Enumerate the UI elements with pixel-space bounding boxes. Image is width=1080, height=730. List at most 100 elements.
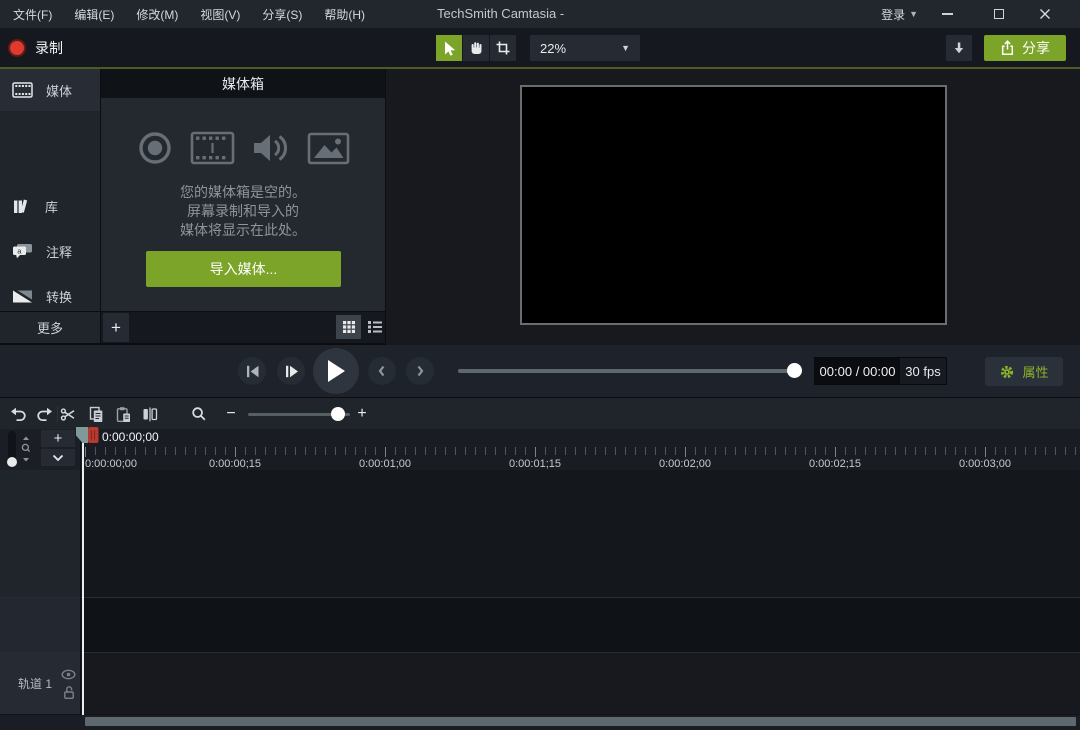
share-button[interactable]: 分享 [984, 35, 1066, 61]
minimize-button[interactable] [926, 0, 968, 28]
timeline-gutter [0, 715, 80, 730]
cursor-icon [441, 40, 457, 57]
chevron-right-icon [413, 363, 427, 379]
timeline-gutter [0, 598, 80, 652]
close-button[interactable] [1024, 0, 1066, 28]
chevron-left-icon [375, 363, 389, 379]
properties-button[interactable]: 属性 [985, 357, 1063, 386]
pan-tool-button[interactable] [463, 35, 489, 61]
menu-view[interactable]: 视图(V) [189, 6, 251, 23]
chevron-down-icon: ▼ [621, 43, 630, 53]
canvas-zoom-dropdown[interactable]: 22% ▼ [530, 35, 640, 61]
books-icon [12, 198, 32, 215]
paste-icon [115, 406, 131, 423]
ruler-label: 0:00:01;00 [359, 458, 411, 470]
sidebar-item-library[interactable]: 库 [0, 188, 100, 224]
filmstrip-icon [12, 82, 33, 98]
split-button[interactable] [137, 398, 163, 430]
cursor-tool-button[interactable] [436, 35, 462, 61]
sidebar-item-annotations[interactable]: a 注释 [0, 233, 100, 269]
video-preview[interactable] [520, 85, 947, 325]
timeline-zoom-button[interactable] [186, 398, 212, 430]
magnifier-icon [191, 406, 207, 422]
timeline-horizontal-scrollbar[interactable] [85, 717, 1076, 726]
timeline-row-divider [0, 714, 1080, 715]
ruler-ticks [85, 447, 1080, 458]
maximize-button[interactable] [978, 0, 1020, 28]
track-1-header[interactable]: 轨道 1 [0, 653, 80, 714]
vertical-zoom-icon[interactable] [20, 436, 32, 462]
previous-frame-button[interactable] [238, 357, 266, 385]
callout-icon: a [12, 243, 33, 259]
play-icon [325, 359, 347, 383]
sign-in-button[interactable]: 登录 ▼ [881, 0, 918, 28]
track-1-content[interactable] [80, 653, 1080, 714]
timeline-zoom-thumb[interactable] [331, 407, 345, 421]
menu-share[interactable]: 分享(S) [251, 6, 313, 23]
timeline-drop-area[interactable] [80, 598, 1080, 652]
chevron-down-icon: ▼ [909, 9, 918, 19]
menu-edit[interactable]: 编辑(E) [63, 6, 125, 23]
playhead-marker[interactable] [75, 426, 100, 444]
gutter-border [80, 429, 81, 715]
timeline-empty-area[interactable] [80, 470, 1080, 597]
zoom-out-button[interactable]: − [218, 398, 244, 430]
sidebar-item-transitions[interactable]: 转换 [0, 278, 100, 314]
collapse-tracks-button[interactable] [41, 449, 75, 466]
maximize-icon [994, 9, 1004, 19]
empty-text-line: 屏幕录制和导入的 [101, 202, 385, 221]
add-tab-button[interactable]: + [103, 313, 129, 342]
menu-modify[interactable]: 修改(M) [125, 6, 189, 23]
minimize-icon [942, 13, 953, 15]
sign-in-label: 登录 [881, 6, 905, 23]
paste-button[interactable] [110, 398, 136, 430]
image-media-icon [307, 132, 350, 165]
track-height-thumb[interactable] [7, 457, 17, 467]
undo-icon [10, 406, 27, 422]
chevron-down-icon [52, 454, 64, 462]
menubar: 文件(F) 编辑(E) 修改(M) 视图(V) 分享(S) 帮助(H) Tech… [0, 0, 1080, 28]
jump-back-button[interactable] [368, 357, 396, 385]
jump-forward-button[interactable] [406, 357, 434, 385]
record-label: 录制 [35, 38, 63, 58]
sidebar-item-media[interactable]: 媒体 [0, 72, 100, 108]
crop-tool-button[interactable] [490, 35, 516, 61]
grid-view-button[interactable] [336, 315, 361, 339]
ruler-label: 0:00:02;15 [809, 458, 861, 470]
ruler-label: 0:00:03;00 [959, 458, 1011, 470]
panel-divider [100, 69, 101, 343]
track-visibility-icon[interactable] [61, 669, 76, 680]
timeline-row-divider [0, 597, 1080, 598]
sidebar-item-label: 库 [45, 197, 58, 216]
ruler-label: 0:00:02;00 [659, 458, 711, 470]
menu-help[interactable]: 帮助(H) [313, 6, 376, 23]
timeline-ruler[interactable]: 0:00:00;00 0:00:00;00 0:00:00;15 0:00:01… [80, 429, 1080, 470]
step-forward-button[interactable] [277, 357, 305, 385]
undo-button[interactable] [5, 398, 31, 430]
window-title: TechSmith Camtasia - [437, 0, 564, 28]
media-bin-panel: 媒体箱 [101, 69, 385, 312]
play-button[interactable] [313, 348, 359, 394]
hand-icon [469, 40, 484, 56]
seek-slider[interactable] [458, 369, 798, 373]
media-bin-title: 媒体箱 [101, 69, 385, 98]
seek-slider-thumb[interactable] [787, 363, 802, 378]
empty-text-line: 媒体将显示在此处。 [101, 221, 385, 240]
ruler-label: 0:00:00;00 [85, 458, 137, 470]
copy-icon [88, 406, 104, 423]
playhead-line[interactable] [82, 443, 84, 715]
track-lock-icon[interactable] [63, 685, 75, 700]
menu-file[interactable]: 文件(F) [2, 6, 63, 23]
import-media-button[interactable]: 导入媒体... [146, 251, 341, 287]
redo-button[interactable] [31, 398, 57, 430]
sidebar-more-button[interactable]: 更多 [0, 312, 100, 343]
share-label: 分享 [1022, 38, 1050, 58]
download-button[interactable] [946, 35, 972, 61]
record-icon [8, 39, 26, 57]
time-display: 00:00 / 00:00 30 fps [814, 357, 947, 385]
record-button[interactable]: 录制 [8, 31, 63, 64]
add-track-button[interactable]: + [41, 430, 75, 447]
zoom-in-button[interactable]: + [349, 398, 375, 430]
list-view-icon [367, 320, 383, 334]
list-view-button[interactable] [362, 315, 387, 339]
